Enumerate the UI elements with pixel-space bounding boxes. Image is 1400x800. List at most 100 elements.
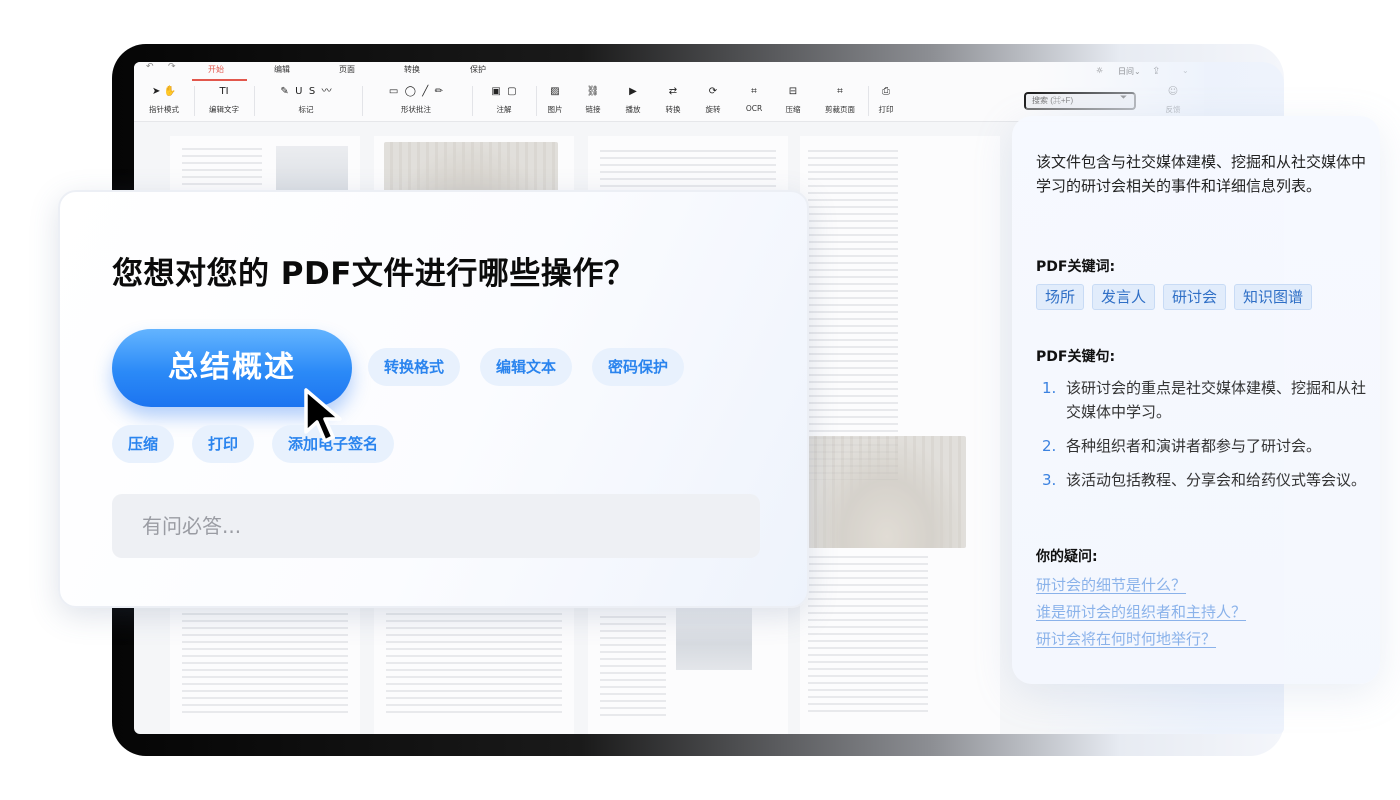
questions-heading: 你的疑问:: [1036, 549, 1098, 565]
list-text: 各种组织者和演讲者都参与了研讨会。: [1066, 437, 1322, 455]
toolbar-divider: [254, 86, 255, 116]
print-chip[interactable]: 打印: [192, 425, 255, 463]
list-item: 3. 该活动包括教程、分享会和给药仪式等会议。: [1036, 468, 1366, 492]
tool-label: 标记: [298, 105, 314, 114]
squiggle-icon: 〰: [321, 86, 332, 97]
tool-label: 注解: [496, 105, 512, 114]
tool-play[interactable]: ▶ 播放: [618, 84, 648, 120]
tool-convert[interactable]: ⇄ 转换: [658, 84, 688, 120]
play-icon: ▶: [629, 86, 637, 97]
tool-label: 链接: [585, 105, 601, 114]
text-cursor-icon: TI: [219, 86, 229, 97]
convert-format-chip[interactable]: 转换格式: [368, 348, 461, 386]
page-image: [808, 436, 966, 548]
tool-crop-page[interactable]: ⌗ 剪裁页面: [818, 84, 862, 120]
crop-icon: ⌗: [837, 86, 843, 97]
tool-label: OCR: [745, 104, 763, 113]
line-icon: ╱: [422, 86, 429, 97]
keyword-tag[interactable]: 知识图谱: [1234, 284, 1313, 310]
key-sentences-heading: PDF关键句:: [1036, 349, 1116, 365]
list-number: 2.: [1042, 437, 1057, 455]
keywords-list: 场所 发言人 研讨会 知识图谱: [1036, 284, 1313, 310]
tool-label: 旋转: [705, 105, 721, 114]
dialog-title: 您想对您的 PDF文件进行哪些操作？: [112, 256, 636, 292]
ellipse-icon: ◯: [404, 86, 416, 97]
redo-icon[interactable]: ↷: [168, 62, 176, 72]
tool-label: 形状批注: [401, 105, 431, 114]
tool-edit-text[interactable]: TI 编辑文字: [202, 84, 246, 120]
tool-label: 压缩: [785, 105, 801, 114]
ocr-icon: ⌗: [751, 86, 757, 97]
convert-icon: ⇄: [668, 86, 678, 97]
tab-protect[interactable]: 保护: [470, 64, 486, 75]
tool-label: 播放: [625, 105, 641, 114]
password-protect-chip[interactable]: 密码保护: [592, 348, 685, 386]
tab-convert[interactable]: 转换: [404, 64, 420, 75]
list-number: 1.: [1042, 379, 1057, 397]
comment-icon: ▢: [507, 86, 517, 97]
tab-page[interactable]: 页面: [339, 64, 355, 75]
toolbar-divider: [536, 86, 537, 116]
printer-icon: ⎙: [882, 86, 890, 97]
pointer-icon: ➤: [151, 86, 161, 97]
tool-rotate[interactable]: ⟳ 旋转: [698, 84, 728, 120]
tool-pointer-mode[interactable]: ➤ ✋ 指针模式: [144, 84, 184, 120]
toolbar-divider: [194, 86, 195, 116]
tool-label: 剪裁页面: [825, 105, 855, 114]
list-number: 3.: [1042, 471, 1057, 489]
text-block: [600, 150, 776, 190]
tab-edit[interactable]: 编辑: [274, 64, 290, 75]
ai-summary-panel: 该文件包含与社交媒体建模、挖掘和从社交媒体中学习的研讨会相关的事件和详细信息列表…: [1012, 116, 1380, 684]
rotate-icon: ⟳: [708, 86, 718, 97]
undo-icon[interactable]: ↶: [146, 62, 154, 72]
toolbar-divider: [472, 86, 473, 116]
ai-action-dialog: 您想对您的 PDF文件进行哪些操作？ 总结概述 转换格式 编辑文本 密码保护 压…: [58, 190, 809, 608]
tool-markup[interactable]: ✎ U S 〰 标记: [260, 84, 352, 120]
list-item: 2. 各种组织者和演讲者都参与了研讨会。: [1036, 434, 1366, 458]
strikethrough-icon: S: [308, 86, 316, 97]
keyword-tag[interactable]: 发言人: [1092, 284, 1156, 310]
list-item: 1. 该研讨会的重点是社交媒体建模、挖掘和从社交媒体中学习。: [1036, 376, 1366, 424]
tab-home[interactable]: 开始: [208, 64, 224, 75]
rectangle-icon: ▭: [388, 86, 399, 97]
pencil-icon: ✏: [434, 86, 444, 97]
ask-input[interactable]: [112, 494, 760, 558]
tool-compress[interactable]: ⊟ 压缩: [778, 84, 808, 120]
underline-icon: U: [295, 86, 303, 97]
text-block: [600, 616, 666, 716]
tool-shape-annotation[interactable]: ▭ ◯ ╱ ✏ 形状批注: [370, 84, 462, 120]
list-text: 该研讨会的重点是社交媒体建模、挖掘和从社交媒体中学习。: [1066, 379, 1367, 421]
text-block: [386, 606, 562, 716]
page-image: [676, 606, 752, 670]
tool-label: 编辑文字: [209, 105, 239, 114]
active-tab-indicator: [192, 79, 247, 81]
tool-label: 转换: [665, 105, 681, 114]
tool-label: 图片: [547, 105, 563, 114]
image-icon: ▨: [550, 86, 560, 97]
tool-image[interactable]: ▨ 图片: [540, 84, 570, 120]
tool-print[interactable]: ⎙ 打印: [872, 84, 900, 120]
compress-icon: ⊟: [788, 86, 798, 97]
text-block: [808, 556, 928, 716]
question-link[interactable]: 研讨会将在何时何地举行？: [1036, 626, 1246, 653]
toolbar-divider: [362, 86, 363, 116]
keywords-heading: PDF关键词:: [1036, 259, 1116, 275]
hand-icon: ✋: [163, 86, 177, 97]
link-icon: ⛓: [586, 86, 600, 97]
tool-label: 打印: [878, 105, 894, 114]
question-link[interactable]: 谁是研讨会的组织者和主持人？: [1036, 599, 1246, 626]
question-link[interactable]: 研讨会的细节是什么？: [1036, 572, 1246, 599]
tool-link[interactable]: ⛓ 链接: [578, 84, 608, 120]
tool-ocr[interactable]: ⌗ OCR: [738, 84, 770, 120]
edit-text-chip[interactable]: 编辑文本: [480, 348, 573, 386]
compress-chip[interactable]: 压缩: [112, 425, 175, 463]
keyword-tag[interactable]: 场所: [1036, 284, 1085, 310]
pdf-page: [800, 136, 1000, 734]
tool-comment[interactable]: ▣ ▢ 注解: [480, 84, 528, 120]
textbox-icon: ▣: [491, 86, 501, 97]
toolbar-divider: [868, 86, 869, 116]
tool-label: 指针模式: [149, 105, 179, 114]
keyword-tag[interactable]: 研讨会: [1163, 284, 1227, 310]
summary-intro: 该文件包含与社交媒体建模、挖掘和从社交媒体中学习的研讨会相关的事件和详细信息列表…: [1036, 153, 1367, 195]
highlighter-icon: ✎: [280, 86, 289, 97]
